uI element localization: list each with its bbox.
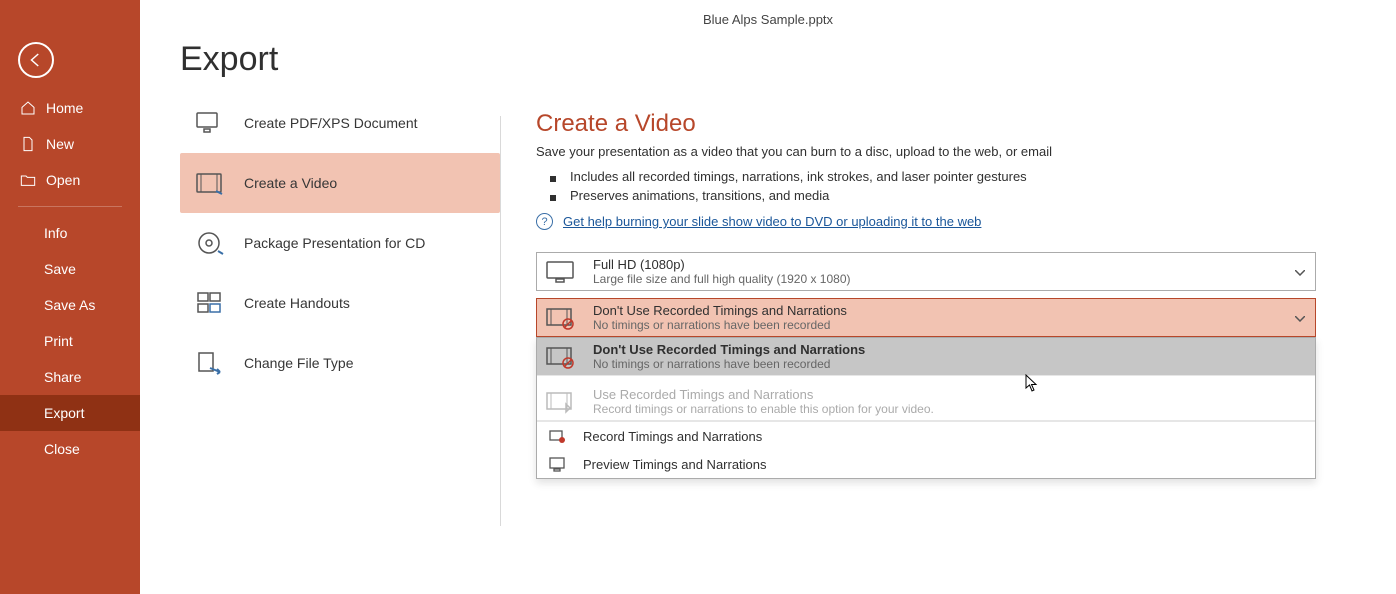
record-icon — [547, 428, 567, 444]
detail-subtitle: Save your presentation as a video that y… — [536, 144, 1316, 159]
file-icon — [20, 136, 36, 152]
export-option-pdf[interactable]: Create PDF/XPS Document — [180, 93, 500, 153]
help-row: ? Get help burning your slide show video… — [536, 213, 1316, 230]
bullet-marker-icon — [550, 176, 556, 182]
action-label: Preview Timings and Narrations — [583, 457, 767, 472]
quality-title: Full HD (1080p) — [593, 257, 1305, 272]
nav-label: Close — [44, 441, 80, 457]
nav-label: Info — [44, 225, 67, 241]
preview-icon — [547, 456, 567, 472]
export-option-video[interactable]: Create a Video — [180, 153, 500, 213]
nav-export[interactable]: Export — [0, 395, 140, 431]
chevron-down-icon — [1295, 309, 1305, 327]
bullet-marker-icon — [550, 195, 556, 201]
nav-info[interactable]: Info — [0, 215, 140, 251]
option-desc: Record timings or narrations to enable t… — [593, 402, 1305, 416]
nav-save[interactable]: Save — [0, 251, 140, 287]
export-option-cd[interactable]: Package Presentation for CD — [180, 213, 500, 273]
nav-label: Open — [46, 172, 80, 188]
arrow-left-icon — [27, 51, 45, 69]
action-label: Record Timings and Narrations — [583, 429, 762, 444]
export-option-filetype[interactable]: Change File Type — [180, 333, 500, 393]
backstage-sidebar: Home New Open Info Save Save As Print Sh… — [0, 0, 140, 594]
nav-print[interactable]: Print — [0, 323, 140, 359]
home-icon — [20, 100, 36, 116]
window-title: Blue Alps Sample.pptx — [703, 12, 833, 27]
nav-label: New — [46, 136, 74, 152]
back-button[interactable] — [18, 42, 54, 78]
nav-label: Export — [44, 405, 84, 421]
help-icon: ? — [536, 213, 553, 230]
option-desc: No timings or narrations have been recor… — [593, 357, 1305, 371]
bullet-item: Preserves animations, transitions, and m… — [536, 186, 1316, 205]
help-link[interactable]: Get help burning your slide show video t… — [563, 214, 981, 229]
nav-label: Save As — [44, 297, 95, 313]
cd-icon — [194, 229, 226, 257]
export-option-label: Create PDF/XPS Document — [244, 115, 418, 131]
timings-desc: No timings or narrations have been recor… — [593, 318, 1305, 332]
filmstrip-no-icon — [543, 305, 579, 331]
export-option-label: Package Presentation for CD — [244, 235, 425, 251]
nav-home[interactable]: Home — [0, 90, 140, 126]
chevron-down-icon — [1295, 263, 1305, 281]
filmstrip-audio-icon — [543, 389, 579, 415]
detail-panel: Create a Video Save your presentation as… — [536, 20, 1356, 594]
folder-open-icon — [20, 172, 36, 188]
option-title: Use Recorded Timings and Narrations — [593, 387, 1305, 402]
nav-open[interactable]: Open — [0, 162, 140, 198]
record-timings-action[interactable]: Record Timings and Narrations — [537, 422, 1315, 450]
timings-option-use: Use Recorded Timings and Narrations Reco… — [537, 383, 1315, 421]
quality-desc: Large file size and full high quality (1… — [593, 272, 1305, 286]
nav-label: Share — [44, 369, 81, 385]
nav-divider — [18, 206, 122, 207]
detail-title: Create a Video — [536, 110, 1316, 138]
timings-dropdown-popup: Don't Use Recorded Timings and Narration… — [536, 337, 1316, 479]
bullet-text: Preserves animations, transitions, and m… — [570, 188, 829, 203]
nav-label: Home — [46, 100, 83, 116]
export-options-column: Export Create PDF/XPS Document Create a … — [180, 20, 500, 594]
option-title: Don't Use Recorded Timings and Narration… — [593, 342, 1305, 357]
filmstrip-no-icon — [543, 344, 579, 370]
video-icon — [194, 169, 226, 197]
preview-timings-action[interactable]: Preview Timings and Narrations — [537, 450, 1315, 478]
handouts-icon — [194, 289, 226, 317]
detail-bullets: Includes all recorded timings, narration… — [536, 167, 1316, 205]
page-title: Export — [180, 40, 500, 79]
monitor-icon — [543, 259, 579, 285]
nav-close[interactable]: Close — [0, 431, 140, 467]
nav-saveas[interactable]: Save As — [0, 287, 140, 323]
timings-title: Don't Use Recorded Timings and Narration… — [593, 303, 1305, 318]
nav-label: Save — [44, 261, 76, 277]
timings-dropdown[interactable]: Don't Use Recorded Timings and Narration… — [536, 298, 1316, 337]
export-option-handouts[interactable]: Create Handouts — [180, 273, 500, 333]
timings-option-dont-use[interactable]: Don't Use Recorded Timings and Narration… — [537, 338, 1315, 376]
export-option-label: Create a Video — [244, 175, 337, 191]
main-content: Blue Alps Sample.pptx Export Create PDF/… — [140, 0, 1396, 594]
nav-new[interactable]: New — [0, 126, 140, 162]
export-option-label: Create Handouts — [244, 295, 350, 311]
bullet-text: Includes all recorded timings, narration… — [570, 169, 1027, 184]
export-option-label: Change File Type — [244, 355, 353, 371]
pdf-icon — [194, 109, 226, 137]
nav-label: Print — [44, 333, 73, 349]
column-divider — [500, 116, 501, 526]
bullet-item: Includes all recorded timings, narration… — [536, 167, 1316, 186]
quality-dropdown[interactable]: Full HD (1080p) Large file size and full… — [536, 252, 1316, 291]
nav-share[interactable]: Share — [0, 359, 140, 395]
filetype-icon — [194, 349, 226, 377]
